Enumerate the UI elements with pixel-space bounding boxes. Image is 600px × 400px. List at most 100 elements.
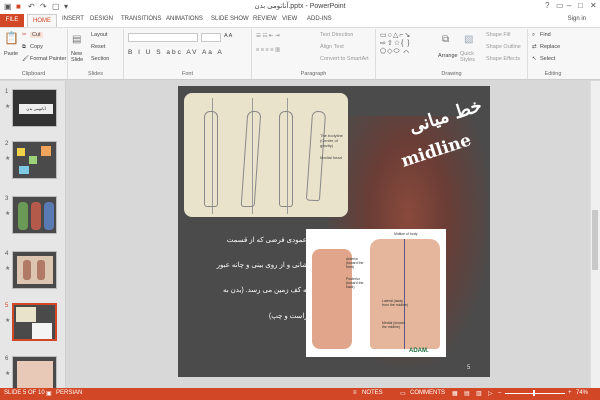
anatomy-diagram-image[interactable]: Midline of body Anterior (toward the fro… [306,229,446,357]
paste-icon[interactable]: 📋 [4,31,19,45]
paste-button[interactable]: Paste [4,51,18,57]
thumbnail-image [12,141,57,179]
language-indicator[interactable]: PERSIAN [56,390,82,396]
paragraph-group: ☰ ☷ ⇤ ⇥ ≡ ≡ ≡ ≡ ▥ Text Direction Align T… [252,29,376,79]
copy-button[interactable]: Copy [30,44,43,50]
text-direction-button[interactable]: Text Direction [320,32,353,38]
drawing-group: ▭○△⌐↘ ⇨⇧☆{ } ⬠◇⬭ ⌒ ⧉ Arrange ▧ Quick Style… [376,29,528,79]
tab-file[interactable]: FILE [0,14,24,27]
tab-review[interactable]: REVIEW [253,16,277,22]
tab-insert[interactable]: INSERT [62,16,84,22]
slide-thumbnail-pane[interactable]: 1 ★ آناتومی بدن 2 ★ 3 ★ 4 ★ 5 ★ 6 ★ [0,81,66,388]
list-buttons-icon[interactable]: ☰ ☷ ⇤ ⇥ [256,33,280,39]
spellcheck-icon[interactable]: ▣ [46,390,52,397]
thumbnail-image [12,251,57,289]
slide-number: 5 [467,365,471,371]
shapes-gallery[interactable]: ▭○△⌐↘ ⇨⇧☆{ } ⬠◇⬭ ⌒ [380,31,411,56]
help-icon[interactable]: ? [545,1,549,10]
anat-label-anterior: Anterior (toward the front) [346,257,364,269]
anat-label-posterior: Posterior (toward the back) [346,277,364,289]
slide-sorter-icon[interactable]: ▤ [464,390,470,397]
zoom-slider-thumb[interactable] [533,390,535,396]
scrollbar-thumb[interactable] [592,210,598,270]
zoom-in-button[interactable]: + [568,390,572,396]
arrange-button[interactable]: Arrange [438,53,458,59]
tab-slide-show[interactable]: SLIDE SHOW [211,16,249,22]
font-format-buttons[interactable]: B I U S abc AV Aa A [128,49,224,56]
replace-button[interactable]: Replace [540,44,560,50]
zoom-slider-track[interactable] [505,393,565,394]
drawing-label: Drawing [441,71,462,77]
thumbnail-image: آناتومی بدن [12,89,57,127]
shape-outline-button[interactable]: Shape Outline [486,44,521,50]
tab-transitions[interactable]: TRANSITIONS [121,16,161,22]
sketch-label-medial: Medial head [320,155,342,160]
layout-button[interactable]: Layout [91,32,108,38]
comments-button[interactable]: COMMENTS [410,390,445,396]
tab-design[interactable]: DESIGN [90,16,113,22]
find-button[interactable]: Find [540,32,551,38]
new-slide-button[interactable]: New Slide [71,51,89,63]
replace-icon: ⇄ [532,44,537,50]
window-title: آناتومی بدن.pptx - PowerPoint [254,3,346,10]
font-name-box[interactable] [128,33,198,42]
font-size-box[interactable] [201,33,221,42]
tab-home[interactable]: HOME [27,14,57,27]
maximize-button[interactable]: □ [578,1,583,10]
ribbon-tabs: INSERT DESIGN TRANSITIONS ANIMATIONS SLI… [0,14,600,27]
slide-count: SLIDE 5 OF 10 [4,390,45,396]
reading-view-icon[interactable]: ▥ [476,390,482,397]
thumbnail-image [12,303,57,341]
select-icon: ↖ [532,56,537,62]
zoom-level[interactable]: 74% [576,390,588,396]
thumbnail-number: 2 [5,141,9,147]
quick-styles-button[interactable]: Quick Styles [460,51,480,63]
format-painter-icon: 🖌 [22,56,29,62]
thumbnail-number: 4 [5,251,9,257]
notes-button[interactable]: NOTES [362,390,383,396]
sketch-label-bodyline: The bodyline (Centre of gravity) [320,133,343,148]
animation-star-icon: ★ [5,371,11,377]
anat-label-midline: Midline of body [394,232,418,236]
grow-font-icon[interactable]: A A [224,33,232,39]
minimize-button[interactable]: – [567,1,571,10]
ribbon-options-icon[interactable]: ▭ [556,1,564,10]
slide-canvas[interactable]: The bodyline (Centre of gravity) Medial … [178,86,490,377]
font-group: A A B I U S abc AV Aa A Font [124,29,252,79]
paragraph-label: Paragraph [300,71,327,77]
section-button[interactable]: Section [91,56,109,62]
animation-star-icon: ★ [5,104,11,110]
reset-button[interactable]: Reset [91,44,105,50]
select-button[interactable]: Select [540,56,555,62]
thumbnail-number: 3 [5,196,9,202]
align-buttons-icon[interactable]: ≡ ≡ ≡ ≡ ▥ [256,47,280,53]
posture-sketch-image[interactable]: The bodyline (Centre of gravity) Medial … [184,93,348,217]
thumbnail-number: 6 [5,356,9,362]
comments-icon: ▭ [400,391,406,397]
title-bar: ▣ ■ ↶ ↷ ▢ ▾ آناتومی بدن.pptx - PowerPoin… [0,0,600,14]
copy-icon: ⧉ [22,44,26,50]
clipboard-label: Clipboard [21,71,46,77]
new-slide-icon[interactable]: ▤ [72,34,81,45]
slides-group: ▤ New Slide Layout Reset Section Slides [68,29,124,79]
convert-smartart-button[interactable]: Convert to SmartArt [320,56,369,62]
animation-star-icon: ★ [5,266,11,272]
quick-styles-icon: ▧ [464,34,474,45]
shape-effects-button[interactable]: Shape Effects [486,56,520,62]
sign-in-link[interactable]: Sign in [568,16,586,22]
tab-add-ins[interactable]: ADD-INS [307,16,332,22]
tab-view[interactable]: VIEW [282,16,297,22]
close-button[interactable]: ✕ [590,1,597,10]
thumbnail-number: 5 [5,303,9,309]
normal-view-icon[interactable]: ▦ [452,390,458,397]
format-painter-button[interactable]: Format Painter [30,56,66,62]
shape-fill-button[interactable]: Shape Fill [486,32,510,38]
find-icon: ⌕ [532,32,536,38]
animation-star-icon: ★ [5,318,11,324]
zoom-out-button[interactable]: – [498,390,501,396]
tab-animations[interactable]: ANIMATIONS [166,16,203,22]
font-label: Font [181,71,193,77]
cut-button[interactable]: Cut [30,32,43,38]
slide-show-icon[interactable]: ▷ [488,390,493,397]
align-text-button[interactable]: Align Text [320,44,344,50]
